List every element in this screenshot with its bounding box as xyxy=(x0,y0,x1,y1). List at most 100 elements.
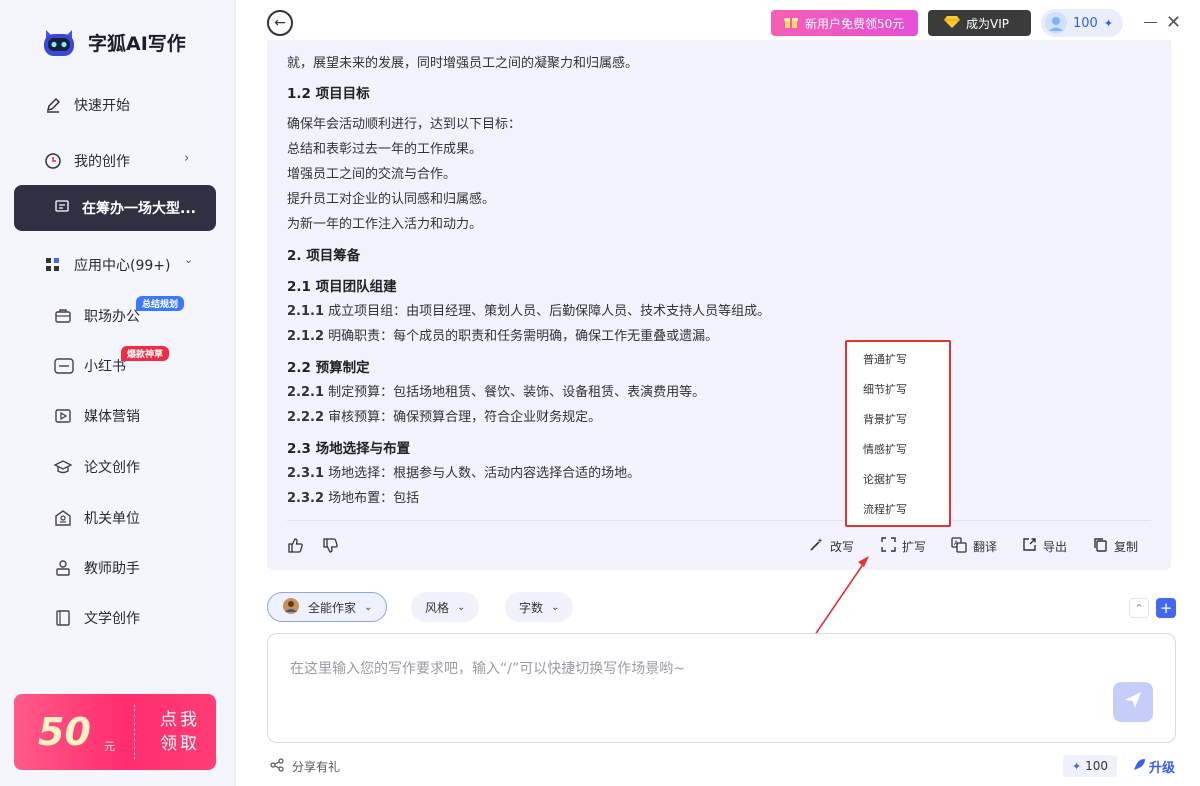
generated-content-card: 就，展望未来的发展，同时增强员工之间的凝聚力和归属感。 1.2 项目目标 确保年… xyxy=(267,40,1171,570)
user-points-button[interactable]: 100 ✦ xyxy=(1041,9,1123,37)
copy-icon xyxy=(1093,537,1108,555)
doc-text: 明确职责：每个成员的职责和任务需明确，确保工作无重叠或遗漏。 xyxy=(324,329,719,344)
rewrite-label: 改写 xyxy=(830,539,855,554)
briefcase-icon xyxy=(54,307,72,325)
grid-icon xyxy=(44,256,62,274)
doc-line: 2.3.2 场地布置：包括 xyxy=(287,487,419,506)
prompt-placeholder: 在这里输入您的写作要求吧，输入“/”可以快捷切换写作场景哟~ xyxy=(290,661,685,677)
promo-unit: 元 xyxy=(104,740,115,753)
expand-options-menu: 普通扩写 细节扩写 背景扩写 情感扩写 论据扩写 流程扩写 xyxy=(845,340,951,527)
doc-heading: 2.1 项目团队组建 xyxy=(287,279,397,295)
expand-option-normal[interactable]: 普通扩写 xyxy=(863,351,907,367)
chevron-down-icon: ⌄ xyxy=(184,253,194,266)
gift-icon xyxy=(783,14,799,33)
become-vip-button[interactable]: 成为VIP xyxy=(928,10,1031,36)
pen-icon xyxy=(44,96,62,114)
xiaohongshu-icon xyxy=(54,357,74,375)
doc-heading: 2.2 预算制定 xyxy=(287,360,370,376)
thumbs-down-icon[interactable] xyxy=(322,537,339,557)
sidebar-item-office[interactable]: 职场办公 xyxy=(54,303,140,329)
expand-option-detail[interactable]: 细节扩写 xyxy=(863,381,907,397)
doc-line: 确保年会活动顺利进行，达到以下目标： xyxy=(287,117,522,132)
sidebar-item-active-doc[interactable]: 在筹办一场大型... xyxy=(14,185,216,231)
share-reward-link[interactable]: 分享有礼 xyxy=(270,758,340,775)
word-count-selector[interactable]: 字数 ⌄ xyxy=(505,592,574,622)
doc-number: 2.3.2 xyxy=(287,491,325,506)
sidebar-item-media-marketing-label: 媒体营销 xyxy=(84,409,140,425)
chevron-down-icon: ⌄ xyxy=(457,601,466,613)
translate-button[interactable]: A 翻译 xyxy=(951,537,997,556)
doc-number: 2.1.2 xyxy=(287,329,325,344)
thumbs-up-icon[interactable] xyxy=(287,537,304,557)
sidebar-item-literature[interactable]: 文学创作 xyxy=(54,605,140,631)
doc-text: 制定预算：包括场地租赁、餐饮、装饰、设备租赁、表演费用等。 xyxy=(324,385,706,400)
doc-line: 2.2.2 审核预算：确保预算合理，符合企业财务规定。 xyxy=(287,406,601,425)
doc-line: 总结和表彰过去一年的工作成果。 xyxy=(287,142,483,157)
expand-option-emotion[interactable]: 情感扩写 xyxy=(863,441,907,457)
nav-quick-start[interactable]: 快速开始 xyxy=(44,91,130,119)
doc-line: 提升员工对企业的认同感和归属感。 xyxy=(287,192,496,207)
expand-icon xyxy=(881,537,896,555)
points-balance: ✦ 100 xyxy=(1063,755,1117,777)
sidebar-item-thesis-label: 论文创作 xyxy=(84,460,140,476)
expand-option-argument[interactable]: 论据扩写 xyxy=(863,471,907,487)
nav-my-creation[interactable]: 我的创作 › xyxy=(44,147,204,175)
prompt-input[interactable]: 在这里输入您的写作要求吧，输入“/”可以快捷切换写作场景哟~ xyxy=(267,633,1176,743)
doc-line: 就，展望未来的发展，同时增强员工之间的凝聚力和归属感。 xyxy=(287,56,639,71)
back-button[interactable]: ← xyxy=(267,10,293,36)
chevron-down-icon: ⌄ xyxy=(551,601,560,613)
arrow-left-icon: ← xyxy=(274,15,286,31)
doc-heading: 2.3 场地选择与布置 xyxy=(287,441,411,457)
sidebar-item-media-marketing[interactable]: 媒体营销 xyxy=(54,403,140,429)
writer-selector[interactable]: 全能作家 ⌄ xyxy=(267,592,388,622)
send-button[interactable] xyxy=(1113,682,1153,722)
rewrite-button[interactable]: 改写 xyxy=(809,537,854,555)
new-user-gift-button[interactable]: 新用户免费领50元 xyxy=(771,10,918,36)
new-user-gift-label: 新用户免费领50元 xyxy=(805,16,905,31)
export-button[interactable]: 导出 xyxy=(1022,537,1067,555)
sidebar-item-government[interactable]: 机关单位 xyxy=(54,505,140,531)
nav-my-creation-label: 我的创作 xyxy=(74,154,130,170)
sidebar-item-xiaohongshu[interactable]: 小红书 xyxy=(54,353,126,379)
chevron-down-icon: ⌄ xyxy=(364,601,373,613)
become-vip-label: 成为VIP xyxy=(966,16,1009,31)
book-icon xyxy=(54,609,72,627)
word-count-label: 字数 xyxy=(519,600,544,615)
doc-heading: 1.2 项目目标 xyxy=(287,86,370,102)
sidebar-item-teacher-label: 教师助手 xyxy=(84,561,140,577)
sidebar: 字狐AI写作 快速开始 我的创作 › 在筹办一场大型... 应用中心(99+) … xyxy=(0,0,236,786)
doc-line: 2.1.1 成立项目组：由项目经理、策划人员、后勤保障人员、技术支持人员等组成。 xyxy=(287,300,770,319)
add-button[interactable]: + xyxy=(1156,598,1176,618)
fox-robot-icon xyxy=(40,26,78,58)
copy-button[interactable]: 复制 xyxy=(1093,537,1138,555)
export-label: 导出 xyxy=(1043,539,1068,554)
doc-line: 为新一年的工作注入活力和动力。 xyxy=(287,217,483,232)
clock-icon xyxy=(44,152,62,170)
collapse-button[interactable]: ⌃ xyxy=(1129,598,1149,618)
message-icon xyxy=(54,199,72,217)
sidebar-item-thesis[interactable]: 论文创作 xyxy=(53,454,140,480)
sidebar-item-literature-label: 文学创作 xyxy=(84,611,140,627)
close-window-icon[interactable]: ✕ xyxy=(1166,12,1181,33)
translate-icon: A xyxy=(951,537,967,556)
user-points-value: 100 xyxy=(1073,15,1098,31)
expand-option-background[interactable]: 背景扩写 xyxy=(863,411,907,427)
minimize-window-icon[interactable] xyxy=(1144,22,1157,23)
nav-app-center[interactable]: 应用中心(99+) ⌄ xyxy=(44,251,204,279)
sidebar-item-teacher[interactable]: 教师助手 xyxy=(54,555,140,581)
doc-text: 场地布置：包括 xyxy=(324,491,420,506)
graduation-cap-icon xyxy=(53,458,73,476)
promo-coupon-banner[interactable]: 50 元 点我 领取 xyxy=(14,694,216,770)
promo-divider xyxy=(134,704,135,760)
style-selector[interactable]: 风格 ⌄ xyxy=(411,592,480,622)
plus-icon: + xyxy=(1159,599,1173,617)
building-icon xyxy=(54,509,72,527)
app-logo[interactable]: 字狐AI写作 xyxy=(40,26,186,58)
doc-number: 2.2.2 xyxy=(287,410,325,425)
expand-option-process[interactable]: 流程扩写 xyxy=(863,501,907,517)
points-balance-value: 100 xyxy=(1085,759,1109,773)
upgrade-button[interactable]: 升级 xyxy=(1133,757,1175,776)
doc-line: 2.3.1 场地选择：根据参与人数、活动内容选择合适的场地。 xyxy=(287,462,640,481)
expand-button[interactable]: 扩写 xyxy=(881,537,926,555)
teacher-icon xyxy=(54,559,72,577)
